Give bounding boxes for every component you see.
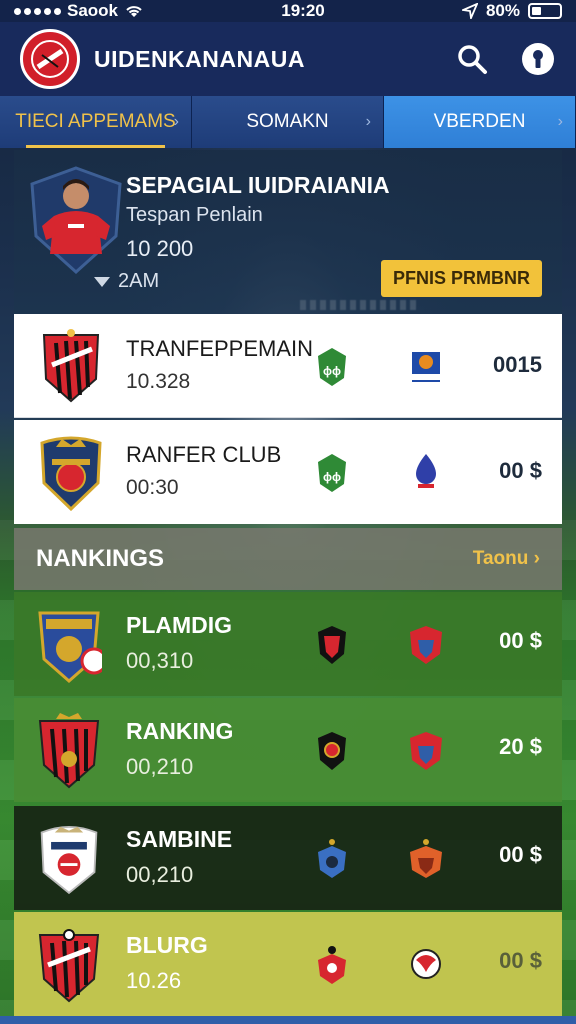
tab-vberden[interactable]: VBERDEN › xyxy=(384,96,576,148)
transfer-price: 00 $ xyxy=(499,458,542,483)
blue-drop-icon xyxy=(416,454,436,488)
status-bar: Saook 19:20 80% xyxy=(0,0,576,22)
rankings-more-label: Taonu xyxy=(472,548,529,569)
transfer-price: 0015 xyxy=(493,352,542,377)
carrier-label: Saook xyxy=(67,1,119,20)
black-red-shield-icon xyxy=(318,626,346,664)
green-shield-icon: ɸɸ xyxy=(318,348,346,386)
ranking-row[interactable]: BLURG 10.26 00 $ xyxy=(14,912,562,1016)
club-crest-icon xyxy=(40,825,98,895)
header-actions xyxy=(454,41,556,77)
keyhole-icon[interactable] xyxy=(520,41,556,77)
green-shield-icon: ɸɸ xyxy=(318,454,346,492)
ranking-price: 00 $ xyxy=(499,948,542,973)
club-logo-icon[interactable] xyxy=(20,29,80,89)
signal-dots-icon xyxy=(14,7,61,15)
transfer-title: RANFER CLUB xyxy=(126,442,282,467)
location-arrow-icon xyxy=(461,3,478,19)
player-role: Tespan Penlain xyxy=(126,204,263,226)
ranking-number: 00,210 xyxy=(126,862,194,887)
ranking-row[interactable]: SAMBINE 00,210 00 $ xyxy=(14,806,562,910)
transfer-card[interactable]: RANFER CLUB 00:30 ɸɸ 00 $ xyxy=(14,420,562,524)
orange-shield-icon xyxy=(410,839,442,878)
app-title: UIDENKANANAUA xyxy=(94,45,305,72)
tab-label: VBERDEN xyxy=(433,111,526,132)
club-crest-icon xyxy=(42,328,100,402)
rankings-header: NANKINGS Taonu › xyxy=(14,528,562,590)
tab-bar: TIECI APPEMAMS › SOMAKN › VBERDEN › xyxy=(0,96,576,148)
svg-text:ɸɸ: ɸɸ xyxy=(323,364,341,378)
battery-icon xyxy=(527,3,562,19)
ranking-price: 00 $ xyxy=(499,628,542,653)
eagle-badge-icon xyxy=(411,949,441,979)
rankings-more-link[interactable]: Taonu › xyxy=(473,548,540,570)
black-gold-shield-icon xyxy=(318,732,346,770)
player-name: SEPAGIAL IUIDRAIANIA xyxy=(126,172,390,198)
caret-down-icon xyxy=(94,276,110,287)
player-sub-label: 2AM xyxy=(118,270,160,292)
ranking-number: 00,210 xyxy=(126,754,194,779)
club-crest-icon xyxy=(40,436,102,511)
battery-label: 80% xyxy=(485,1,520,20)
ranking-price: 20 $ xyxy=(499,734,542,759)
status-right: 80% xyxy=(461,1,562,21)
chevron-right-icon: › xyxy=(173,113,179,130)
club-crest-icon xyxy=(38,929,100,1003)
transfer-number: 10.328 xyxy=(126,370,191,393)
player-sub: 2AM xyxy=(94,270,159,293)
player-value: 10 200 xyxy=(126,236,194,261)
svg-text:ɸɸ: ɸɸ xyxy=(323,470,341,484)
red-blue-shield-icon xyxy=(410,626,442,664)
chevron-right-icon: › xyxy=(533,548,540,569)
ranking-title: RANKING xyxy=(126,718,234,744)
red-blue-shield-icon xyxy=(410,732,442,770)
wifi-icon xyxy=(126,6,142,17)
ranking-row[interactable]: RANKING 00,210 20 $ xyxy=(14,698,562,802)
tab-label: SOMAKN xyxy=(246,111,329,132)
tab-somakn[interactable]: SOMAKN › xyxy=(192,96,384,148)
chevron-right-icon: › xyxy=(557,113,563,130)
ranking-title: PLAMDIG xyxy=(126,612,233,638)
red-shield-icon xyxy=(318,946,346,984)
rankings-title: NANKINGS xyxy=(36,545,165,572)
ranking-number: 10.26 xyxy=(126,968,182,993)
player-avatar xyxy=(28,166,124,275)
transfer-number: 00:30 xyxy=(126,476,179,499)
tab-label: TIECI APPEMAMS xyxy=(15,111,176,132)
app-header: UIDENKANANAUA xyxy=(0,22,576,96)
blue-shield-icon xyxy=(318,839,346,878)
featured-player-card[interactable]: SEPAGIAL IUIDRAIANIA Tespan Penlain 10 2… xyxy=(14,150,562,315)
ranking-row[interactable]: PLAMDIG 00,310 00 $ xyxy=(14,592,562,696)
club-crest-icon xyxy=(38,611,102,683)
status-left: Saook xyxy=(14,1,144,21)
search-icon[interactable] xyxy=(454,41,490,77)
club-crest-icon xyxy=(38,713,100,789)
premium-badge[interactable]: PFNIS PRMBNR xyxy=(380,260,542,297)
bottom-bar xyxy=(0,1016,576,1024)
ranking-price: 00 $ xyxy=(499,842,542,867)
transfer-title: TRANFEPPEMAIN xyxy=(126,336,314,361)
ranking-number: 00,310 xyxy=(126,648,194,673)
clock: 19:20 xyxy=(281,1,325,20)
club-badge-icon xyxy=(412,352,440,382)
chevron-right-icon: › xyxy=(365,113,371,130)
ranking-title: SAMBINE xyxy=(126,826,233,852)
tab-transfers[interactable]: TIECI APPEMAMS › xyxy=(0,96,192,148)
transfer-card[interactable]: TRANFEPPEMAIN 10.328 ɸɸ 0015 xyxy=(14,314,562,418)
ranking-title: BLURG xyxy=(126,932,208,958)
